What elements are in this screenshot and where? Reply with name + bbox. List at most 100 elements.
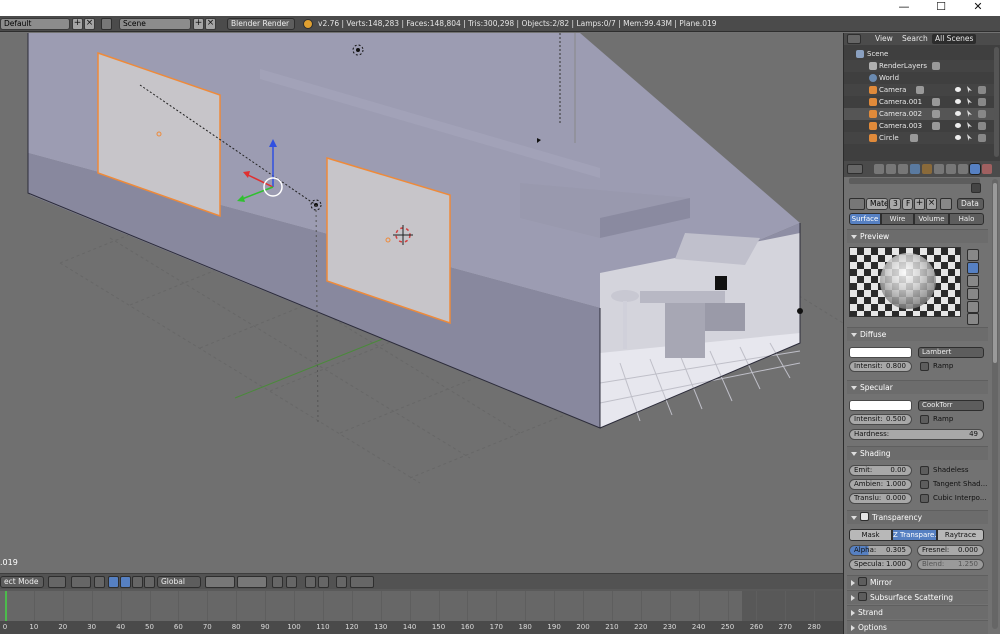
outliner-row-camera-002[interactable]: Camera.002 bbox=[844, 108, 994, 120]
outliner-display-mode[interactable]: All Scenes bbox=[932, 34, 977, 44]
timeline[interactable]: 0 10 20 30 40 50 60 70 80 90 100 110 120 130 140 150 160… bbox=[0, 589, 843, 634]
diffuse-panel-header[interactable]: Diffuse bbox=[847, 327, 988, 341]
shadeless-checkbox[interactable] bbox=[920, 466, 929, 475]
modifiers-tab-icon[interactable] bbox=[946, 164, 956, 174]
translate-manipulator-button[interactable] bbox=[108, 576, 119, 588]
close-button[interactable]: ✕ bbox=[960, 0, 996, 16]
data-tab-icon[interactable] bbox=[958, 164, 968, 174]
fresnel-field[interactable]: Fresnel: 0.000 bbox=[917, 545, 984, 556]
render-camera-icon[interactable] bbox=[978, 86, 986, 94]
scene-tab-icon[interactable] bbox=[898, 164, 908, 174]
current-frame-cursor[interactable] bbox=[5, 591, 7, 621]
opengl-anim-button[interactable] bbox=[350, 576, 374, 588]
diffuse-intensity-field[interactable]: Intensit: 0.800 bbox=[849, 361, 912, 372]
visibility-eye-icon[interactable] bbox=[955, 135, 961, 140]
transparency-raytrace-button[interactable]: Raytrace bbox=[937, 529, 984, 541]
visibility-eye-icon[interactable] bbox=[955, 87, 961, 92]
interaction-mode-dropdown[interactable]: ect Mode bbox=[0, 576, 44, 588]
world-tab-icon[interactable] bbox=[910, 164, 920, 174]
preview-panel-header[interactable]: Preview bbox=[847, 229, 988, 243]
bar-stool[interactable] bbox=[611, 290, 639, 302]
editor-type-icon[interactable] bbox=[847, 34, 861, 44]
scale-manipulator-button[interactable] bbox=[132, 576, 143, 588]
translucency-field[interactable]: Translu: 0.000 bbox=[849, 493, 912, 504]
options-panel-header[interactable]: Options bbox=[847, 620, 988, 634]
alpha-field[interactable]: Alpha: 0.305 bbox=[849, 545, 912, 556]
opengl-render-button[interactable] bbox=[336, 576, 347, 588]
proportional-edit-button[interactable] bbox=[286, 576, 297, 588]
kitchen-cabinet[interactable] bbox=[665, 303, 705, 358]
selectability-arrow-icon[interactable] bbox=[967, 134, 972, 141]
specular-shader-dropdown[interactable]: CookTorr bbox=[918, 400, 984, 411]
render-layers-tab-icon[interactable] bbox=[886, 164, 896, 174]
material-slot-list[interactable] bbox=[849, 178, 980, 184]
strand-panel-header[interactable]: Strand bbox=[847, 605, 988, 619]
layer-buttons-2[interactable] bbox=[237, 576, 267, 588]
transparency-panel-header[interactable]: Transparency bbox=[847, 510, 988, 524]
material-name-field[interactable]: Mate bbox=[866, 198, 888, 210]
manipulator-toggle[interactable] bbox=[94, 576, 105, 588]
properties-scrollbar-thumb[interactable] bbox=[993, 183, 997, 363]
3d-viewport[interactable]: .019 bbox=[0, 33, 843, 573]
transform-orientation-dropdown[interactable]: Global bbox=[157, 576, 201, 588]
outliner-row-circle[interactable]: Circle bbox=[844, 132, 994, 144]
slot-specials-icon[interactable] bbox=[971, 183, 981, 193]
render-tab-icon[interactable] bbox=[874, 164, 884, 174]
editor-type-icon[interactable] bbox=[847, 164, 863, 174]
tab-volume[interactable]: Volume bbox=[914, 213, 949, 225]
transparency-mask-button[interactable]: Mask bbox=[849, 529, 892, 541]
material-browse-icon[interactable] bbox=[849, 198, 865, 210]
outliner-row-scene[interactable]: Scene bbox=[844, 48, 994, 60]
diffuse-ramp-checkbox[interactable] bbox=[920, 362, 929, 371]
object-tab-icon[interactable] bbox=[922, 164, 932, 174]
properties-editor[interactable]: Mate 3 F + × Data Surface Wire Volume Ha… bbox=[843, 161, 1000, 634]
specular-hardness-field[interactable]: Hardness: 49 bbox=[849, 429, 984, 440]
sss-enable-checkbox[interactable] bbox=[858, 592, 867, 601]
outliner-row-world[interactable]: World bbox=[844, 72, 994, 84]
preview-sphere-icon[interactable] bbox=[967, 262, 979, 274]
mirror-panel-header[interactable]: Mirror bbox=[847, 575, 988, 589]
properties-scrollbar[interactable] bbox=[992, 179, 998, 629]
selectability-arrow-icon[interactable] bbox=[967, 110, 972, 117]
unlink-material-button[interactable]: × bbox=[926, 198, 937, 210]
selectability-arrow-icon[interactable] bbox=[967, 86, 972, 93]
add-layout-button[interactable]: + bbox=[72, 18, 83, 30]
constraints-tab-icon[interactable] bbox=[934, 164, 944, 174]
selectability-arrow-icon[interactable] bbox=[967, 122, 972, 129]
lock-layers-button[interactable] bbox=[272, 576, 283, 588]
new-material-button[interactable]: + bbox=[914, 198, 925, 210]
manipulator-orientation-icon[interactable] bbox=[144, 576, 155, 588]
pivot-point-dropdown[interactable] bbox=[71, 576, 91, 588]
specular-ramp-checkbox[interactable] bbox=[920, 415, 929, 424]
transparency-ztransparency-button[interactable]: Z Transpare... bbox=[892, 529, 937, 541]
specular-color-swatch[interactable] bbox=[849, 400, 912, 411]
outliner-row-camera[interactable]: Camera bbox=[844, 84, 994, 96]
emit-field[interactable]: Emit: 0.00 bbox=[849, 465, 912, 476]
preview-flat-icon[interactable] bbox=[967, 249, 979, 261]
transparency-enable-checkbox[interactable] bbox=[860, 512, 869, 521]
outliner-row-renderlayers[interactable]: RenderLayers bbox=[844, 60, 994, 72]
maximize-button[interactable]: ☐ bbox=[923, 0, 959, 16]
material-link-dropdown[interactable]: Data bbox=[957, 198, 984, 210]
fake-user-button[interactable]: F bbox=[902, 198, 913, 210]
tab-wire[interactable]: Wire bbox=[881, 213, 914, 225]
specular-intensity-field[interactable]: Intensit: 0.500 bbox=[849, 414, 912, 425]
mirror-enable-checkbox[interactable] bbox=[858, 577, 867, 586]
layer-buttons-1[interactable] bbox=[205, 576, 235, 588]
preview-sky-icon[interactable] bbox=[967, 313, 979, 325]
outliner-row-camera-001[interactable]: Camera.001 bbox=[844, 96, 994, 108]
selectability-arrow-icon[interactable] bbox=[967, 98, 972, 105]
outliner-search-menu[interactable]: Search bbox=[899, 34, 931, 44]
material-users-count[interactable]: 3 bbox=[889, 198, 901, 210]
diffuse-color-swatch[interactable] bbox=[849, 347, 912, 358]
lamp-icon[interactable] bbox=[797, 308, 803, 314]
tab-halo[interactable]: Halo bbox=[949, 213, 984, 225]
snap-toggle-button[interactable] bbox=[305, 576, 316, 588]
specular-transparency-field[interactable]: Specula: 1.000 bbox=[849, 559, 912, 570]
outliner[interactable]: View Search All Scenes Scene RenderLayer… bbox=[843, 33, 1000, 161]
snap-element-dropdown[interactable] bbox=[318, 576, 329, 588]
specular-panel-header[interactable]: Specular bbox=[847, 380, 988, 394]
tangent-shading-checkbox[interactable] bbox=[920, 480, 929, 489]
sss-panel-header[interactable]: Subsurface Scattering bbox=[847, 590, 988, 604]
remove-scene-button[interactable]: × bbox=[205, 18, 216, 30]
